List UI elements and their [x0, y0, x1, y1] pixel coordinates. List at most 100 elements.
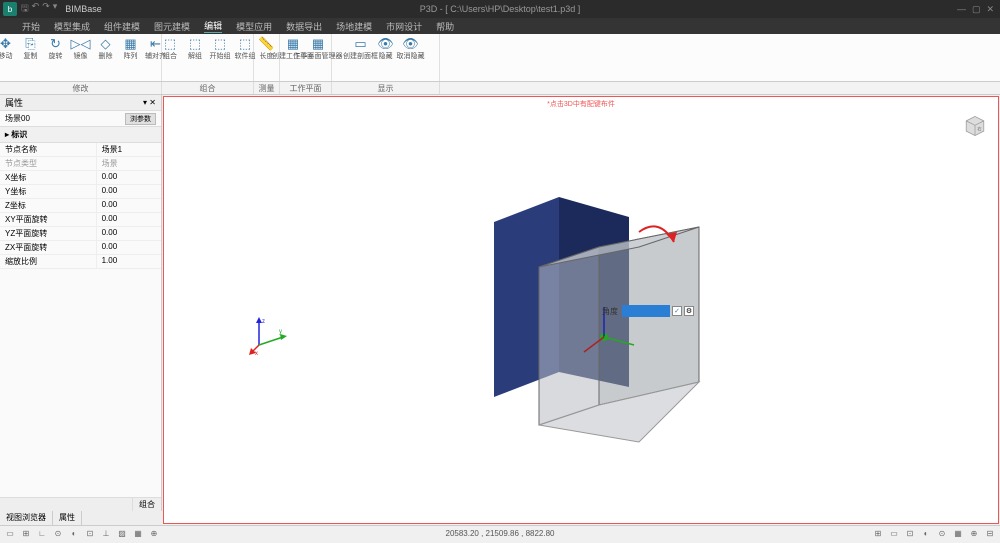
length-icon: 📏: [259, 36, 275, 52]
status-left-tools: ▭ ⊞ ∟ ⊙ ◐ ⊡ ⊥ ▨ ▦ ⊕: [0, 529, 160, 538]
property-value[interactable]: 1.00: [97, 255, 161, 268]
property-value[interactable]: 0.00: [97, 213, 161, 226]
status-r-5[interactable]: ⊙: [936, 529, 948, 538]
maximize-button[interactable]: ▢: [972, 4, 981, 15]
ribbon-label: 旋转: [49, 53, 63, 60]
ribbon-array-button[interactable]: ▦阵列: [120, 36, 142, 79]
viewport-3d[interactable]: *点击3D中有配键布件 右: [163, 96, 999, 524]
property-value[interactable]: 0.00: [97, 171, 161, 184]
group-icon: ⬚: [162, 36, 178, 52]
menu-7[interactable]: 场地建模: [336, 20, 372, 33]
qat-undo-icon[interactable]: ↶: [32, 1, 40, 17]
startgrp-icon: ⬚: [212, 36, 228, 52]
ribbon-move-button[interactable]: ✥移动: [0, 36, 17, 79]
menu-5[interactable]: 模型应用: [236, 20, 272, 33]
status-r-6[interactable]: ▦: [952, 529, 964, 538]
delete-icon: ◇: [98, 36, 114, 52]
status-icon-3[interactable]: ∟: [36, 529, 48, 538]
status-icon-10[interactable]: ⊕: [148, 529, 160, 538]
view-cube[interactable]: 右: [964, 115, 986, 137]
ribbon-label: 创建剖面框: [343, 53, 378, 60]
ribbon-hide-button[interactable]: 👁隐藏: [375, 36, 397, 79]
property-row[interactable]: XY平面旋转0.00: [0, 213, 161, 227]
property-value[interactable]: 0.00: [97, 227, 161, 240]
properties-browse-button[interactable]: 浏参数: [125, 113, 156, 125]
property-row[interactable]: 节点类型场景: [0, 157, 161, 171]
properties-subheader: 场景00 浏参数: [0, 111, 161, 127]
create-section-icon: ▭: [353, 36, 369, 52]
angle-settings-icon[interactable]: ⚙: [684, 306, 694, 316]
menu-9[interactable]: 帮助: [436, 20, 454, 33]
app-logo: b: [3, 2, 17, 16]
bottom-tab[interactable]: 视图浏览器: [0, 511, 53, 525]
status-icon-5[interactable]: ◐: [68, 529, 80, 538]
ribbon-copy-button[interactable]: ⎘复制: [20, 36, 42, 79]
minimize-button[interactable]: —: [957, 4, 966, 15]
property-value[interactable]: 0.00: [97, 185, 161, 198]
ribbon-mirror-button[interactable]: ▷◁镜像: [70, 36, 92, 79]
bottom-tab[interactable]: 属性: [53, 511, 82, 525]
menu-3[interactable]: 图元建模: [154, 20, 190, 33]
menu-8[interactable]: 市网设计: [386, 20, 422, 33]
move-icon: ✥: [0, 36, 14, 52]
angle-lock-checkbox[interactable]: ✓: [672, 306, 682, 316]
menu-2[interactable]: 组件建模: [104, 20, 140, 33]
property-row[interactable]: Z坐标0.00: [0, 199, 161, 213]
status-r-4[interactable]: ◐: [920, 529, 932, 538]
status-icon-7[interactable]: ⊥: [100, 529, 112, 538]
angle-input-overlay: 角度 ✓ ⚙: [602, 305, 694, 317]
angle-input-field[interactable]: [622, 305, 670, 317]
ribbon-delete-button[interactable]: ◇删除: [95, 36, 117, 79]
properties-section-label: 标识: [11, 130, 27, 139]
properties-section-header: ▸ 标识: [0, 127, 161, 143]
property-row[interactable]: YZ平面旋转0.00: [0, 227, 161, 241]
status-icon-4[interactable]: ⊙: [52, 529, 64, 538]
property-value[interactable]: 场景1: [97, 143, 161, 156]
qat-redo-icon[interactable]: ↷: [42, 1, 50, 17]
status-icon-2[interactable]: ⊞: [20, 529, 32, 538]
ribbon-group-button[interactable]: ⬚组合: [159, 36, 181, 79]
properties-close-icon[interactable]: ▾ ✕: [143, 98, 156, 107]
status-icon-8[interactable]: ▨: [116, 529, 128, 538]
viewport-banner: *点击3D中有配键布件: [547, 99, 615, 109]
property-row[interactable]: Y坐标0.00: [0, 185, 161, 199]
status-icon-9[interactable]: ▦: [132, 529, 144, 538]
status-r-3[interactable]: ⊡: [904, 529, 916, 538]
property-key: 节点名称: [0, 143, 97, 156]
property-row[interactable]: X坐标0.00: [0, 171, 161, 185]
status-r-7[interactable]: ⊕: [968, 529, 980, 538]
property-key: YZ平面旋转: [0, 227, 97, 240]
qat-save-icon[interactable]: 🖫: [21, 1, 29, 17]
ribbon-ungroup-button[interactable]: ⬚解组: [184, 36, 206, 79]
model-geometry: [439, 187, 759, 487]
qat-more-icon[interactable]: ▾: [53, 1, 58, 17]
property-row[interactable]: 节点名称场景1: [0, 143, 161, 157]
property-row[interactable]: ZX平面旋转0.00: [0, 241, 161, 255]
property-value[interactable]: 0.00: [97, 199, 161, 212]
close-button[interactable]: ✕: [986, 4, 994, 15]
status-icon-1[interactable]: ▭: [4, 529, 16, 538]
menu-0[interactable]: 开始: [22, 20, 40, 33]
title-bar: b 🖫 ↶ ↷ ▾ BIMBase P3D - [ C:\Users\HP\De…: [0, 0, 1000, 18]
status-r-2[interactable]: ▭: [888, 529, 900, 538]
property-value[interactable]: 0.00: [97, 241, 161, 254]
properties-foot-tab[interactable]: 组合: [132, 498, 161, 511]
ribbon-rotate-button[interactable]: ↻旋转: [45, 36, 67, 79]
menu-4[interactable]: 编辑: [204, 19, 222, 33]
menu-1[interactable]: 模型集成: [54, 20, 90, 33]
menu-6[interactable]: 数据导出: [286, 20, 322, 33]
array-icon: ▦: [123, 36, 139, 52]
ribbon-group-labels: 修改组合测量工作平面显示: [0, 82, 1000, 95]
ribbon-unhide-button[interactable]: 👁取消隐藏: [400, 36, 422, 79]
ribbon-wp-mgr-button[interactable]: ▦工作平面管理器: [307, 36, 329, 79]
property-row[interactable]: 缩放比例1.00: [0, 255, 161, 269]
ribbon-startgrp-button[interactable]: ⬚开始组: [209, 36, 231, 79]
property-value[interactable]: 场景: [97, 157, 161, 170]
status-r-8[interactable]: ⊟: [984, 529, 996, 538]
axis-triad: z y x: [249, 315, 289, 355]
status-r-1[interactable]: ⊞: [872, 529, 884, 538]
ribbon-label: 解组: [188, 53, 202, 60]
quick-access-toolbar: 🖫 ↶ ↷ ▾: [21, 1, 57, 17]
status-icon-6[interactable]: ⊡: [84, 529, 96, 538]
ribbon-create-section-button[interactable]: ▭创建剖面框: [350, 36, 372, 79]
